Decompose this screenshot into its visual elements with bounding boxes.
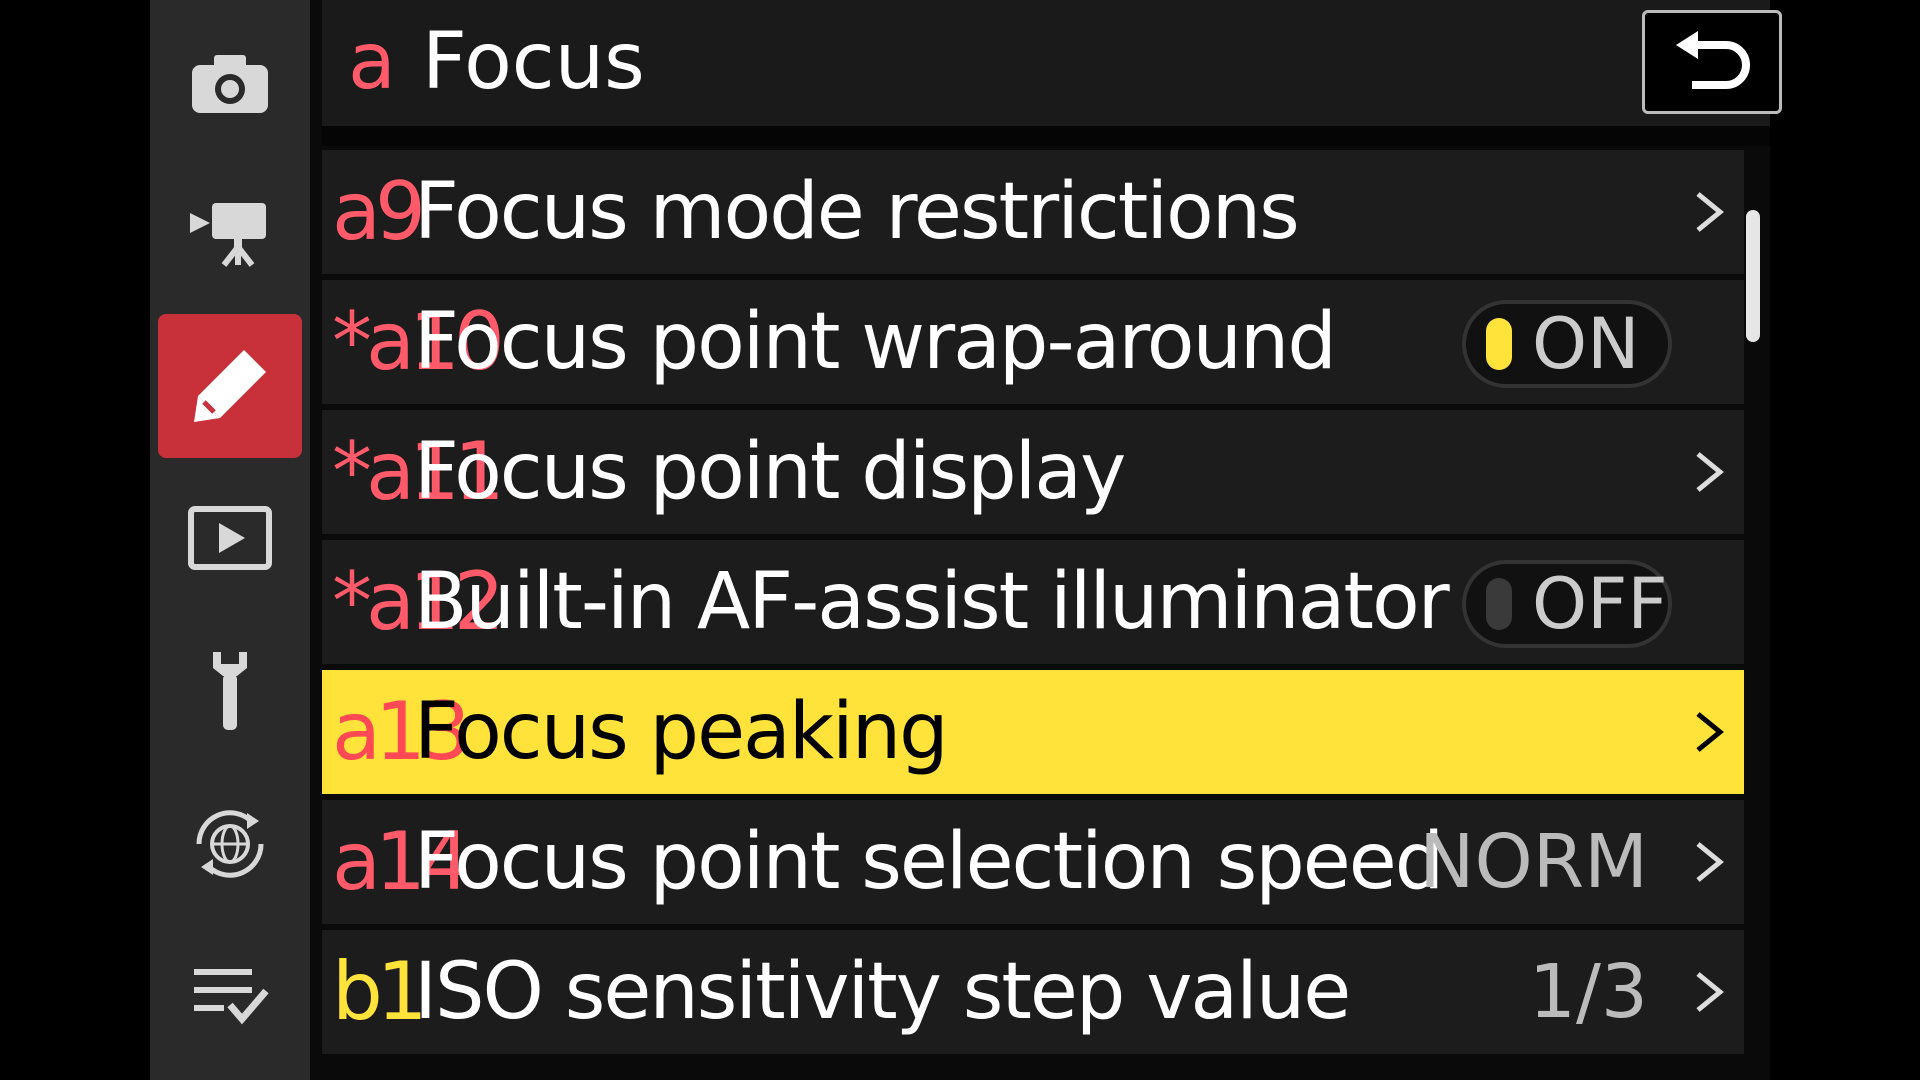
menu-item-focus-peaking[interactable]: a13 Focus peaking xyxy=(322,670,1744,794)
camera-menu-screen: a Focus a9 Focus mode restrictions *a10 … xyxy=(150,0,1782,1080)
wrench-icon xyxy=(213,652,247,730)
menu-item-code: a9 xyxy=(332,165,426,258)
chevron-right-icon xyxy=(1690,186,1730,238)
tab-custom-settings[interactable] xyxy=(158,314,302,458)
camera-icon xyxy=(192,55,268,113)
menu-item-focus-point-display[interactable]: *a11 Focus point display xyxy=(322,410,1744,534)
chevron-right-icon xyxy=(1690,446,1730,498)
chevron-right-icon xyxy=(1690,966,1730,1018)
menu-item-iso-step-value[interactable]: b1 ISO sensitivity step value 1/3 xyxy=(322,930,1744,1054)
menu-item-value: NORM xyxy=(1419,819,1648,905)
tab-setup[interactable] xyxy=(158,620,302,764)
page-title: Focus xyxy=(422,17,645,107)
back-button[interactable] xyxy=(1642,10,1782,114)
back-arrow-icon xyxy=(1676,31,1750,89)
toggle-indicator xyxy=(1486,318,1512,370)
playback-icon xyxy=(188,506,272,570)
menu-item-label: ISO sensitivity step value xyxy=(414,947,1351,1037)
menu-sidebar xyxy=(150,0,310,1080)
toggle-value: ON xyxy=(1532,303,1640,385)
toggle-indicator xyxy=(1486,578,1512,630)
menu-item-focus-point-selection-speed[interactable]: a14 Focus point selection speed NORM xyxy=(322,800,1744,924)
network-globe-icon xyxy=(196,810,264,878)
chevron-right-icon xyxy=(1690,836,1730,888)
menu-item-focus-mode-restrictions[interactable]: a9 Focus mode restrictions xyxy=(322,150,1744,274)
menu-list: a9 Focus mode restrictions *a10 Focus po… xyxy=(322,150,1744,1060)
menu-item-value: 1/3 xyxy=(1528,949,1648,1035)
chevron-right-icon xyxy=(1690,706,1730,758)
scrollbar-thumb[interactable] xyxy=(1746,210,1760,342)
menu-item-label: Focus point wrap-around xyxy=(414,297,1337,387)
tab-network[interactable] xyxy=(158,772,302,916)
pencil-icon xyxy=(194,350,266,422)
header-section-letter: a xyxy=(348,17,396,107)
my-menu-icon xyxy=(194,969,269,1025)
menu-item-focus-point-wrap-around[interactable]: *a10 Focus point wrap-around ON xyxy=(322,280,1744,404)
menu-item-label: Built-in AF-assist illuminator xyxy=(414,557,1450,647)
tab-my-menu[interactable] xyxy=(158,924,302,1068)
tab-movie-recording[interactable] xyxy=(158,160,302,304)
header-divider xyxy=(322,126,1770,146)
menu-header: a Focus xyxy=(322,0,1782,126)
wrap-around-toggle[interactable]: ON xyxy=(1462,300,1672,388)
menu-item-af-assist-illuminator[interactable]: *a12 Built-in AF-assist illuminator OFF xyxy=(322,540,1744,664)
menu-item-label: Focus mode restrictions xyxy=(414,167,1300,257)
tab-playback[interactable] xyxy=(158,466,302,610)
menu-item-label: Focus point selection speed xyxy=(414,817,1444,907)
video-camera-icon xyxy=(190,203,266,267)
menu-item-label: Focus peaking xyxy=(414,687,949,777)
menu-item-label: Focus point display xyxy=(414,427,1126,517)
af-assist-toggle[interactable]: OFF xyxy=(1462,560,1672,648)
toggle-value: OFF xyxy=(1532,563,1668,645)
menu-item-code: b1 xyxy=(332,945,428,1038)
tab-photo-shooting[interactable] xyxy=(158,12,302,156)
